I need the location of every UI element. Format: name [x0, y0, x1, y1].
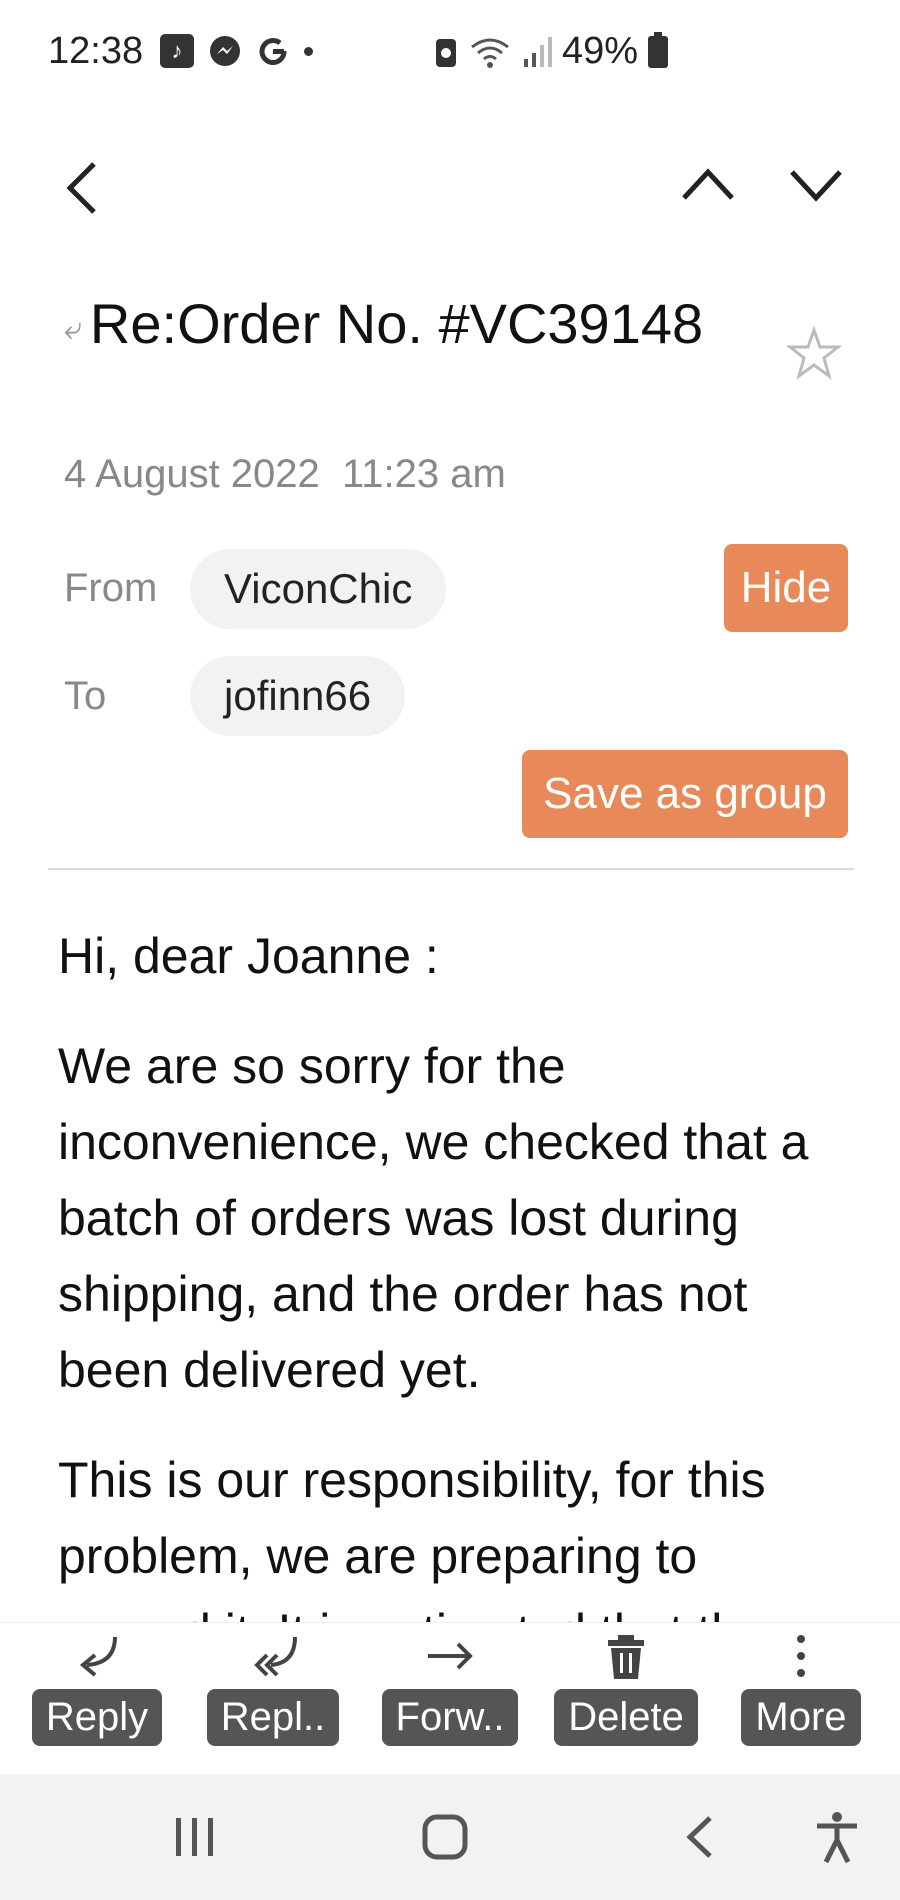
subject-text: Re:Order No. #VC39148 — [89, 292, 704, 355]
more-button[interactable]: More — [738, 1631, 864, 1746]
email-time: 11:23 am — [342, 452, 506, 496]
next-email-chevron-down-icon[interactable] — [788, 164, 844, 204]
email-body: Hi, dear Joanne : We are so sorry for th… — [58, 918, 858, 1628]
battery-percent: 49% — [562, 30, 639, 72]
replied-icon: ⤶ — [64, 310, 82, 347]
back-arrow-icon[interactable] — [62, 160, 102, 216]
email-subject: ⤶ Re:Order No. #VC39148 — [64, 286, 764, 366]
messenger-icon — [210, 36, 240, 66]
recent-apps-icon[interactable] — [170, 1814, 220, 1860]
wifi-icon — [471, 38, 509, 68]
email-action-toolbar: Reply Repl.. Forw.. Delete More — [0, 1622, 900, 1775]
email-nav-bar — [0, 140, 900, 230]
home-icon[interactable] — [420, 1812, 470, 1862]
more-label: More — [741, 1689, 861, 1746]
email-greeting: Hi, dear Joanne : — [58, 928, 439, 984]
reply-all-icon — [254, 1636, 297, 1677]
header-divider — [48, 868, 854, 870]
previous-email-chevron-up-icon[interactable] — [680, 164, 736, 204]
forward-arrow-icon — [428, 1642, 473, 1670]
reply-label: Reply — [31, 1689, 163, 1746]
from-chip[interactable]: ViconChic — [190, 549, 447, 629]
email-paragraph-1: We are so sorry for the inconvenience, w… — [58, 1038, 809, 1398]
system-navigation-bar — [0, 1774, 900, 1900]
notification-dot-icon — [304, 46, 313, 56]
accessibility-icon[interactable] — [812, 1810, 862, 1864]
music-app-icon: ♪ — [160, 34, 194, 68]
email-date: 4 August 2022 — [64, 452, 320, 496]
reply-button[interactable]: Reply — [31, 1631, 163, 1746]
forward-button[interactable]: Forw.. — [376, 1631, 524, 1746]
back-icon[interactable] — [680, 1814, 720, 1860]
trash-icon — [608, 1635, 644, 1679]
more-vertical-icon — [797, 1635, 805, 1677]
status-bar: 12:38 ♪ 49% — [0, 0, 900, 110]
delete-button[interactable]: Delete — [550, 1631, 702, 1746]
email-paragraph-2: This is our responsibility, for this pro… — [58, 1452, 767, 1628]
from-label: From — [64, 566, 158, 610]
save-as-group-button[interactable]: Save as group — [522, 750, 848, 838]
reply-all-label: Repl.. — [206, 1689, 340, 1746]
star-icon[interactable] — [786, 326, 842, 382]
forward-label: Forw.. — [381, 1689, 519, 1746]
email-datetime: 4 August 2022 11:23 am — [64, 452, 506, 497]
to-label: To — [64, 674, 107, 718]
reply-all-button[interactable]: Repl.. — [198, 1631, 348, 1746]
hide-button[interactable]: Hide — [724, 544, 848, 632]
to-chip[interactable]: jofinn66 — [190, 656, 406, 736]
google-icon — [259, 38, 287, 65]
status-time: 12:38 — [48, 30, 144, 72]
battery-saver-icon — [436, 38, 456, 67]
reply-icon — [79, 1636, 117, 1677]
battery-icon — [648, 31, 669, 68]
delete-label: Delete — [554, 1689, 698, 1746]
signal-icon — [524, 36, 552, 67]
